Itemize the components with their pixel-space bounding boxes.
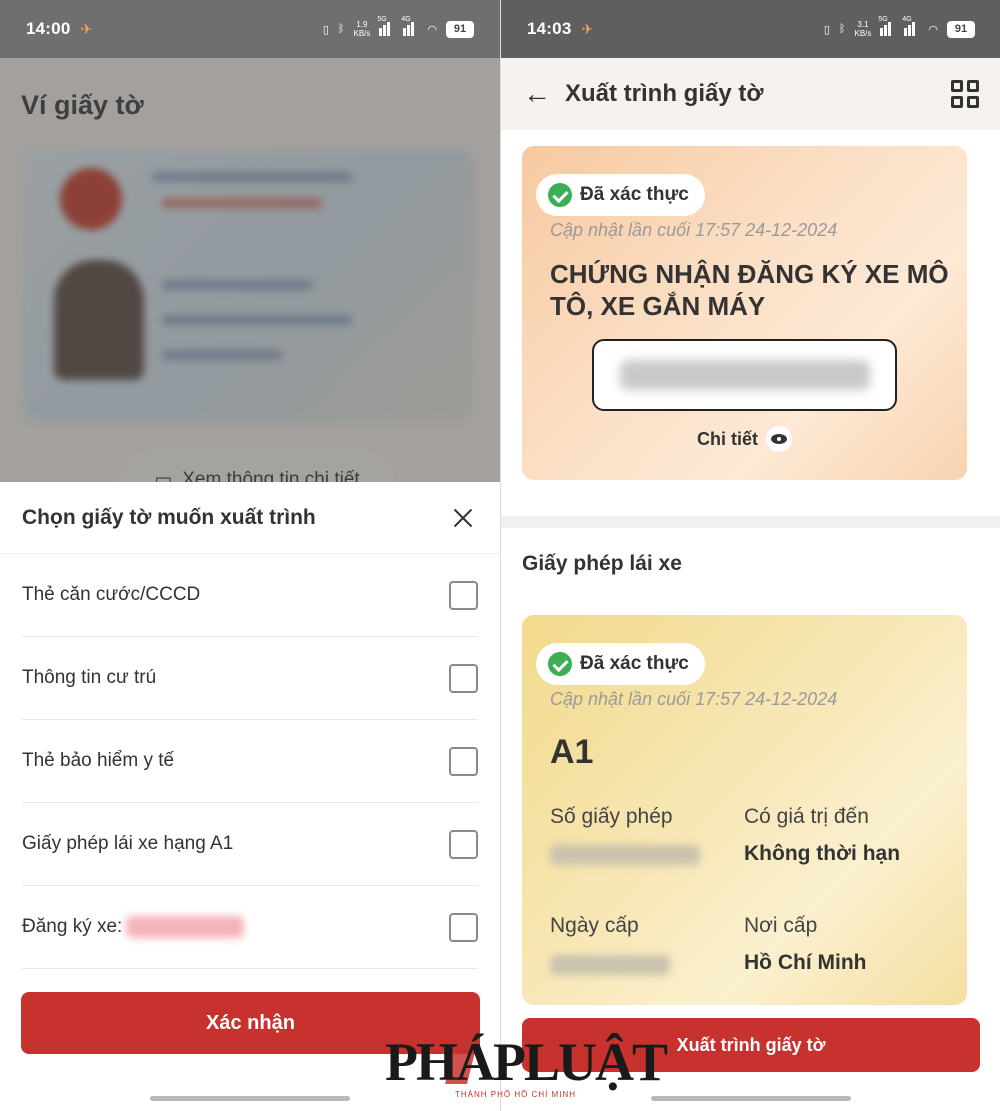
- option-health-insurance[interactable]: Thẻ bảo hiểm y tế: [22, 720, 478, 803]
- modal-scrim[interactable]: [0, 58, 500, 482]
- driving-license-card[interactable]: Đã xác thực Cập nhật lần cuối 17:57 24-1…: [522, 615, 967, 1005]
- document-list: Đã xác thực Cập nhật lần cuối 17:57 24-1…: [501, 130, 1000, 1111]
- verified-label: Đã xác thực: [580, 653, 689, 674]
- vibrate-icon: ▯: [322, 23, 329, 36]
- verified-badge: Đã xác thực: [536, 174, 705, 216]
- redacted-license-number: [550, 845, 700, 865]
- status-icons: ▯ ᛒ 3.1 KB/s 5G 4G ◠ 91: [823, 16, 975, 38]
- issue-date-label: Ngày cấp: [550, 914, 639, 937]
- battery-icon: 91: [947, 20, 975, 38]
- status-time: 14:00: [26, 19, 71, 38]
- section-divider: [501, 516, 1000, 528]
- page-title: Xuất trình giấy tờ: [565, 80, 764, 107]
- checkbox[interactable]: [449, 663, 478, 693]
- wifi-icon: ◠: [928, 23, 938, 36]
- right-screen: 14:03 ✈ ▯ ᛒ 3.1 KB/s 5G 4G ◠ 91 ← Xuất tr…: [500, 0, 1000, 1111]
- watermark-text: PHÁPLUẬT: [385, 1032, 668, 1092]
- option-label: Giấy phép lái xe hạng A1: [22, 833, 234, 854]
- option-label: Thẻ bảo hiểm y tế: [22, 750, 175, 771]
- select-document-sheet: Chọn giấy tờ muốn xuất trình Thẻ căn cướ…: [0, 482, 500, 1111]
- network-speed: 3.1 KB/s: [854, 20, 872, 38]
- wifi-icon: ◠: [427, 23, 437, 36]
- license-class: A1: [550, 733, 594, 771]
- document-title: CHỨNG NHẬN ĐĂNG KÝ XE MÔ TÔ, XE GẮN MÁY: [550, 259, 949, 321]
- valid-until-label: Có giá trị đến: [744, 805, 869, 828]
- status-bar: 14:00 ✈ ▯ ᛒ 1.9 KB/s 5G 4G ◠ 91: [0, 0, 500, 58]
- signal-5g-icon: 5G: [878, 16, 895, 36]
- redacted-plate-number: [619, 360, 870, 390]
- bluetooth-icon: ᛒ: [337, 23, 345, 35]
- app-bar: ← Xuất trình giấy tờ: [501, 58, 1000, 130]
- option-label: Thông tin cư trú: [22, 667, 157, 688]
- status-icons: ▯ ᛒ 1.9 KB/s 5G 4G ◠ 91: [322, 16, 474, 38]
- checkbox[interactable]: [449, 580, 478, 610]
- brand-icon: ✈: [80, 20, 93, 37]
- status-time: 14:03: [527, 19, 572, 38]
- option-driving-license[interactable]: Giấy phép lái xe hạng A1: [22, 803, 478, 886]
- valid-until-value: Không thời hạn: [744, 842, 901, 865]
- option-label: Thẻ căn cước/CCCD: [22, 584, 201, 605]
- home-indicator[interactable]: [150, 1096, 350, 1101]
- license-number-label: Số giấy phép: [550, 805, 673, 828]
- issue-place-label: Nơi cấp: [744, 914, 818, 937]
- check-circle-icon: [548, 652, 572, 676]
- details-link[interactable]: Chi tiết: [522, 426, 967, 452]
- redacted-issue-date: [550, 955, 670, 975]
- checkbox[interactable]: [449, 829, 478, 859]
- sheet-title: Chọn giấy tờ muốn xuất trình: [22, 505, 316, 529]
- redacted-plate-number: [126, 916, 245, 938]
- license-plate: [592, 339, 897, 411]
- watermark-logo: PHÁPLUẬT THÀNH PHỐ HỒ CHÍ MINH: [385, 1032, 668, 1100]
- status-bar: 14:03 ✈ ▯ ᛒ 3.1 KB/s 5G 4G ◠ 91: [501, 0, 1000, 58]
- option-label: Đăng ký xe:: [22, 916, 123, 937]
- bluetooth-icon: ᛒ: [838, 23, 846, 35]
- section-title: Giấy phép lái xe: [522, 552, 682, 575]
- qr-code-icon[interactable]: [951, 80, 979, 108]
- verified-badge: Đã xác thực: [536, 643, 705, 685]
- brand-icon: ✈: [581, 20, 594, 37]
- signal-4g-icon: 4G: [401, 16, 418, 36]
- option-citizen-id[interactable]: Thẻ căn cước/CCCD: [22, 554, 478, 637]
- left-screen: 14:00 ✈ ▯ ᛒ 1.9 KB/s 5G 4G ◠ 91 Ví giấy t…: [0, 0, 500, 1111]
- home-indicator[interactable]: [651, 1096, 851, 1101]
- checkbox[interactable]: [449, 912, 478, 942]
- vehicle-registration-card[interactable]: Đã xác thực Cập nhật lần cuối 17:57 24-1…: [522, 146, 967, 480]
- verified-label: Đã xác thực: [580, 184, 689, 205]
- close-icon[interactable]: [448, 503, 478, 533]
- option-residence-info[interactable]: Thông tin cư trú: [22, 637, 478, 720]
- checkbox[interactable]: [449, 746, 478, 776]
- option-vehicle-registration[interactable]: Đăng ký xe:: [22, 886, 478, 969]
- battery-icon: 91: [446, 20, 474, 38]
- last-updated: Cập nhật lần cuối 17:57 24-12-2024: [550, 220, 838, 240]
- signal-4g-icon: 4G: [902, 16, 919, 36]
- vibrate-icon: ▯: [823, 23, 830, 36]
- details-label: Chi tiết: [697, 428, 758, 449]
- back-arrow-icon[interactable]: ←: [523, 78, 553, 110]
- sheet-header: Chọn giấy tờ muốn xuất trình: [0, 482, 500, 554]
- signal-5g-icon: 5G: [377, 16, 394, 36]
- eye-icon[interactable]: [766, 426, 792, 452]
- network-speed: 1.9 KB/s: [353, 20, 371, 38]
- watermark-subtitle: THÀNH PHỐ HỒ CHÍ MINH: [455, 1090, 576, 1099]
- check-circle-icon: [548, 183, 572, 207]
- issue-place-value: Hồ Chí Minh: [744, 951, 867, 974]
- last-updated: Cập nhật lần cuối 17:57 24-12-2024: [550, 689, 838, 709]
